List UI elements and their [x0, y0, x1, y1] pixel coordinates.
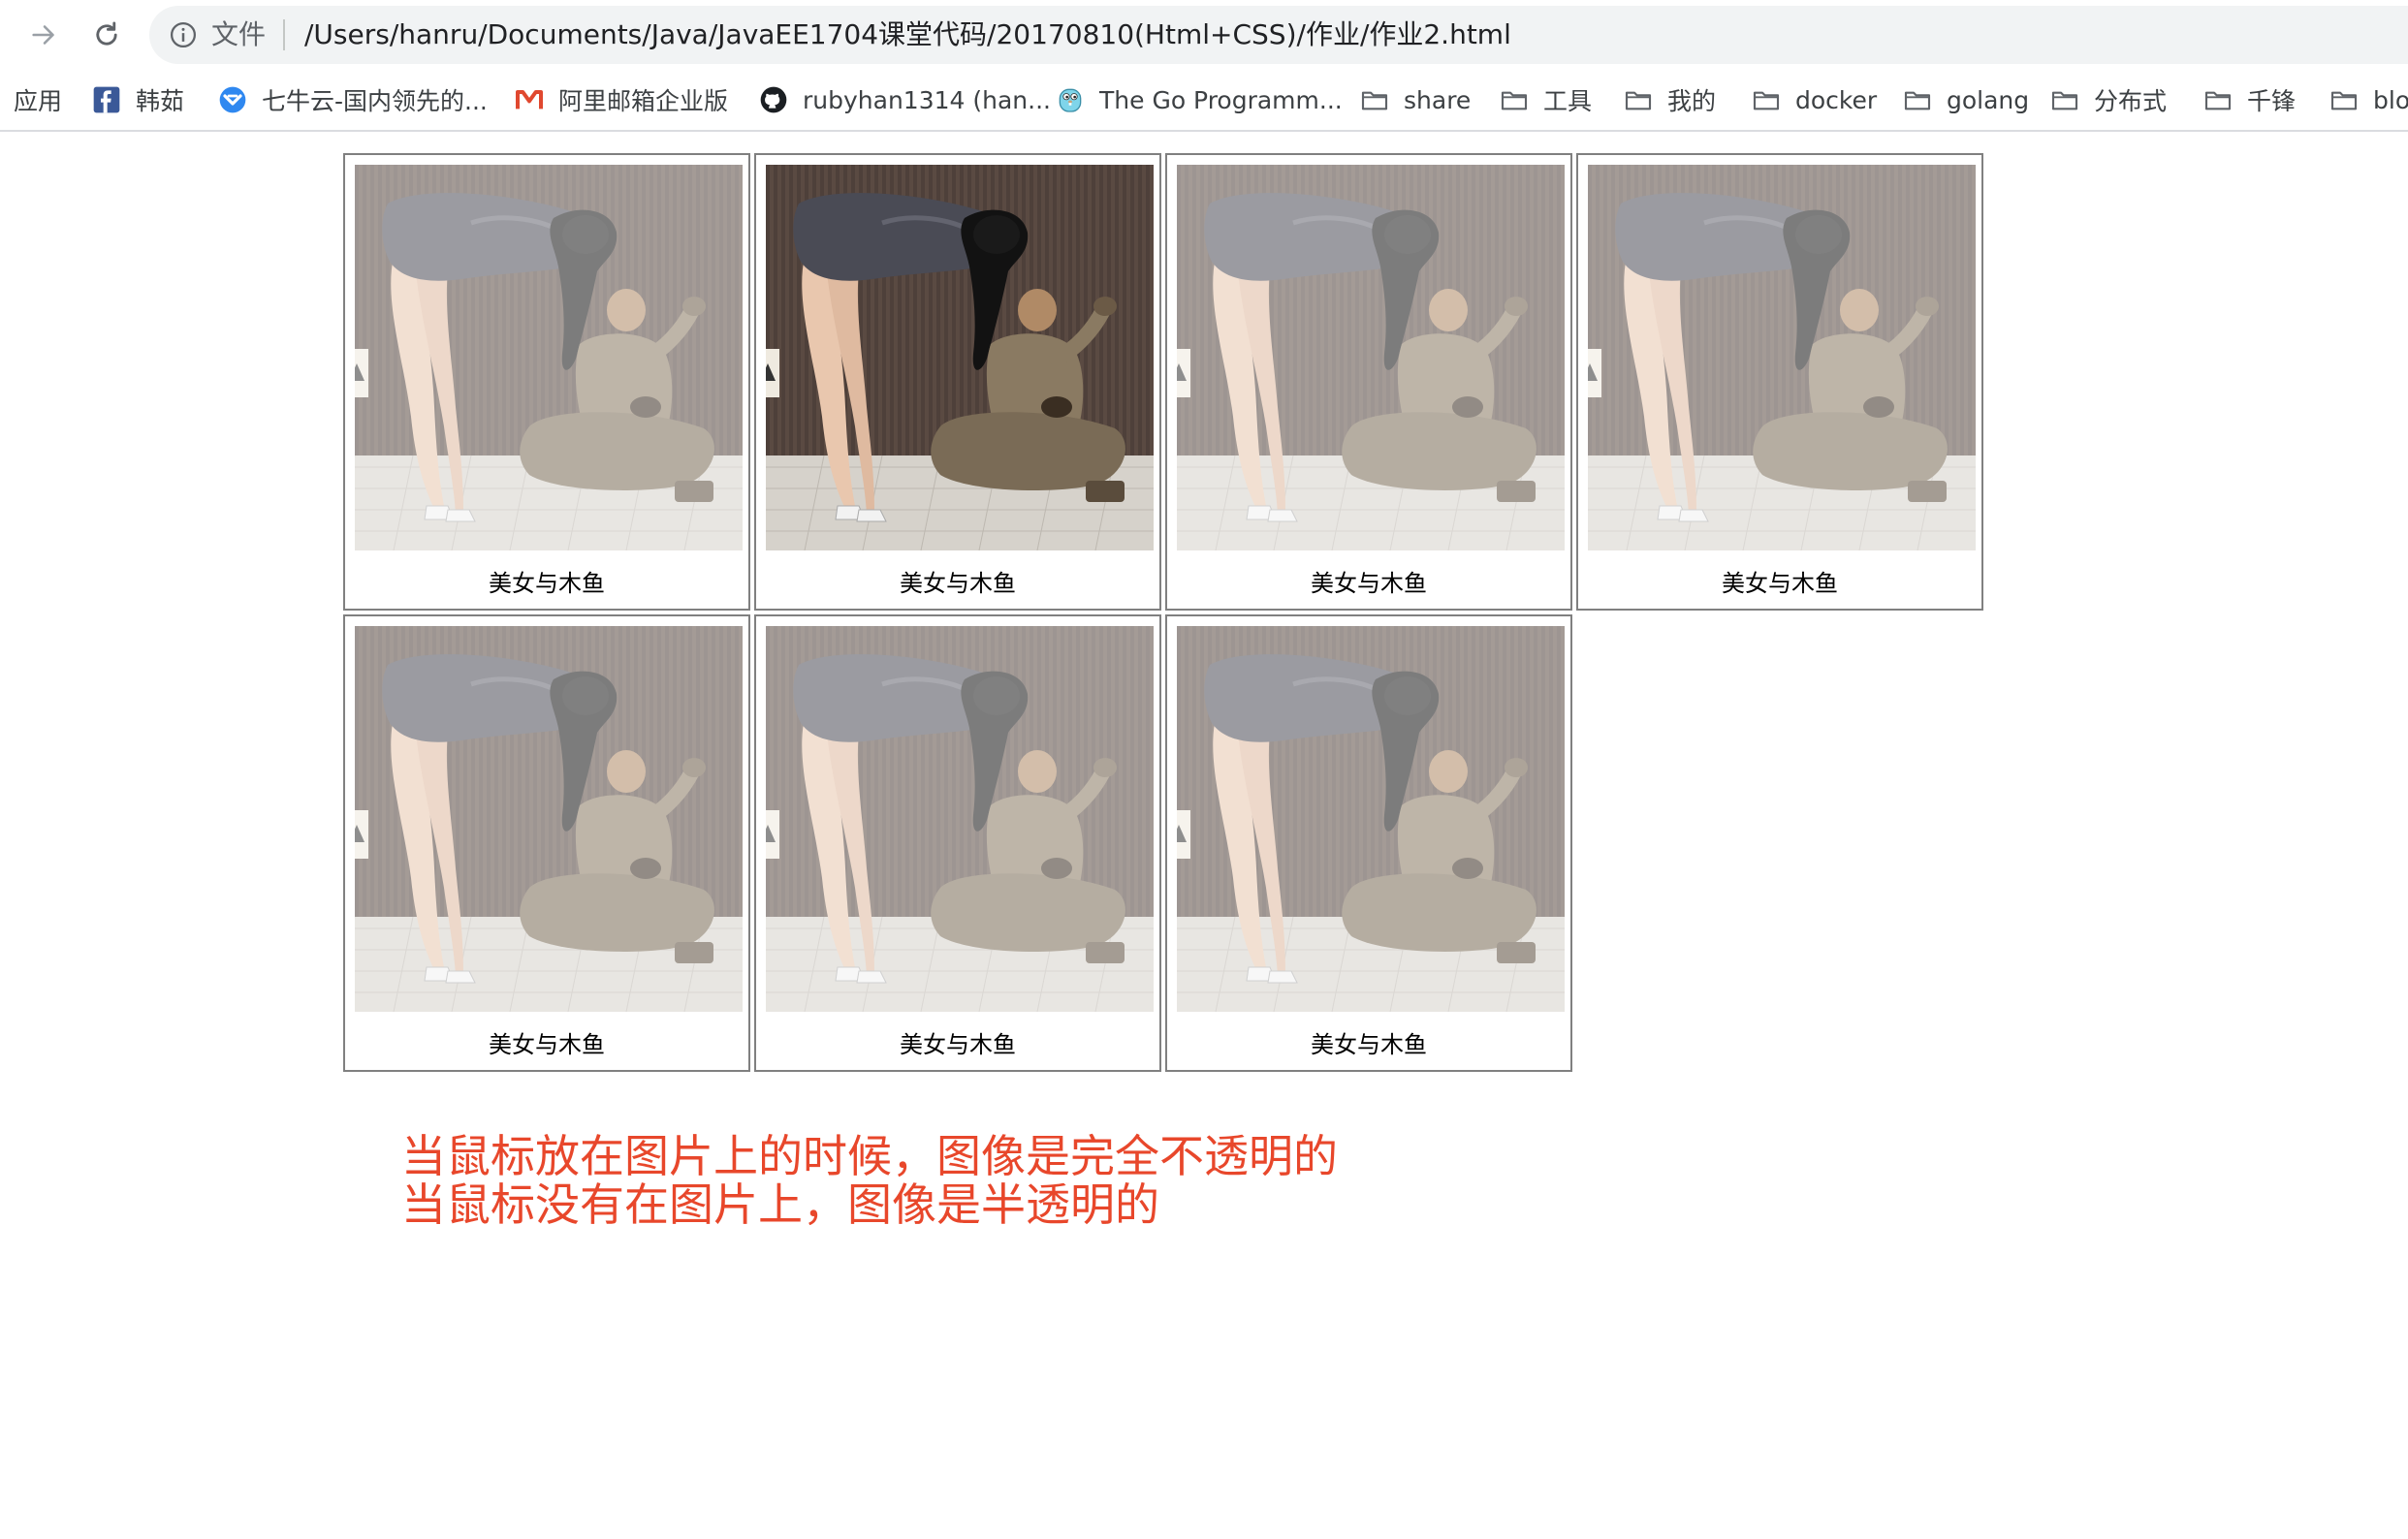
- gallery-caption: 美女与木鱼: [489, 1031, 605, 1058]
- bookmark-5[interactable]: rubyhan1314 (han...: [758, 70, 1051, 130]
- gallery-caption: 美女与木鱼: [1311, 570, 1427, 597]
- bookmark-label: 分布式: [2094, 87, 2168, 115]
- gopher-icon: [1055, 84, 1086, 115]
- gallery-item[interactable]: 美女与木鱼: [1165, 614, 1572, 1072]
- bookmark-12[interactable]: 分布式: [2049, 70, 2167, 130]
- bookmark-7[interactable]: share: [1359, 70, 1471, 130]
- gallery-image[interactable]: [1177, 165, 1565, 550]
- info-icon[interactable]: [169, 20, 198, 49]
- qiniu-icon: [217, 84, 248, 115]
- forward-button[interactable]: [23, 14, 66, 56]
- note-line-2: 当鼠标没有在图片上，图像是半透明的: [401, 1178, 1159, 1231]
- browser-toolbar: 文件 /Users/hanru/Documents/Java/JavaEE170…: [0, 0, 2408, 70]
- instruction-note: 当鼠标放在图片上的时候，图像是完全不透明的 当鼠标没有在图片上，图像是半透明的: [401, 1132, 1468, 1229]
- bookmark-3[interactable]: 七牛云-国内领先的...: [217, 70, 488, 130]
- bookmark-9[interactable]: 我的: [1623, 70, 1716, 130]
- github-icon: [758, 84, 789, 115]
- gallery-image[interactable]: [766, 626, 1154, 1012]
- bookmark-6[interactable]: The Go Programm...: [1055, 70, 1343, 130]
- gallery-image[interactable]: [355, 626, 743, 1012]
- bookmark-label: 阿里邮箱企业版: [558, 87, 729, 115]
- bookmark-label: share: [1404, 85, 1472, 114]
- bookmark-13[interactable]: 千锋: [2202, 70, 2296, 130]
- gallery-item[interactable]: 美女与木鱼: [343, 153, 750, 611]
- aliyun-mail-icon: [514, 84, 545, 115]
- folder-icon: [2049, 84, 2080, 115]
- gallery-caption: 美女与木鱼: [1722, 570, 1838, 597]
- folder-icon: [2329, 84, 2360, 115]
- folder-icon: [1751, 84, 1782, 115]
- bookmark-14[interactable]: blo: [2329, 70, 2408, 130]
- folder-icon: [1359, 84, 1390, 115]
- gallery-item[interactable]: 美女与木鱼: [1165, 153, 1572, 611]
- reload-button[interactable]: [85, 14, 128, 56]
- gallery-item[interactable]: 美女与木鱼: [343, 614, 750, 1072]
- bookmark-label: blo: [2373, 85, 2408, 114]
- bookmark-8[interactable]: 工具: [1499, 70, 1592, 130]
- bookmark-label: 千锋: [2247, 87, 2297, 115]
- bookmark-1[interactable]: 应用: [14, 70, 62, 130]
- gallery-caption: 美女与木鱼: [489, 570, 605, 597]
- bookmark-label: The Go Programm...: [1099, 85, 1343, 114]
- note-line-1: 当鼠标放在图片上的时候，图像是完全不透明的: [401, 1130, 1338, 1182]
- bookmark-label: 我的: [1667, 87, 1717, 115]
- gallery-item[interactable]: 美女与木鱼: [1576, 153, 1983, 611]
- bookmark-label: golang: [1947, 85, 2030, 114]
- gallery-caption: 美女与木鱼: [900, 1031, 1016, 1058]
- bookmarks-bar: 应用 韩茹 七牛云-国内领先的... 阿里邮箱企业版 rubyhan1314 (han.…: [0, 70, 2408, 132]
- folder-icon: [1902, 84, 1933, 115]
- bookmark-label: 韩茹: [136, 87, 185, 115]
- folder-icon: [1623, 84, 1654, 115]
- gallery-image[interactable]: [1588, 165, 1976, 550]
- bookmark-11[interactable]: golang: [1902, 70, 2029, 130]
- gallery-caption: 美女与木鱼: [1311, 1031, 1427, 1058]
- bookmark-label: 应用: [14, 87, 63, 115]
- gallery-image[interactable]: [766, 165, 1154, 550]
- bookmark-label: docker: [1795, 85, 1878, 114]
- bookmark-2[interactable]: 韩茹: [91, 70, 184, 130]
- reload-icon: [96, 21, 117, 46]
- url-text[interactable]: /Users/hanru/Documents/Java/JavaEE1704课堂…: [304, 6, 1511, 64]
- gallery-item[interactable]: 美女与木鱼: [754, 614, 1161, 1072]
- gallery-caption: 美女与木鱼: [900, 570, 1016, 597]
- bookmark-label: 七牛云-国内领先的...: [262, 87, 488, 115]
- folder-icon: [2202, 84, 2234, 115]
- folder-icon: [1499, 84, 1530, 115]
- bookmark-label: rubyhan1314 (han...: [803, 85, 1051, 114]
- bookmark-label: 工具: [1543, 87, 1593, 115]
- bookmark-10[interactable]: docker: [1751, 70, 1877, 130]
- bookmark-4[interactable]: 阿里邮箱企业版: [514, 70, 728, 130]
- gallery-image[interactable]: [355, 165, 743, 550]
- address-bar[interactable]: 文件 /Users/hanru/Documents/Java/JavaEE170…: [149, 6, 2408, 64]
- scheme-label: 文件: [211, 18, 267, 50]
- facebook-icon: [91, 84, 122, 115]
- gallery-image[interactable]: [1177, 626, 1565, 1012]
- omnibox-divider: [283, 19, 285, 50]
- forward-arrow-icon: [32, 25, 54, 45]
- gallery-item[interactable]: 美女与木鱼: [754, 153, 1161, 611]
